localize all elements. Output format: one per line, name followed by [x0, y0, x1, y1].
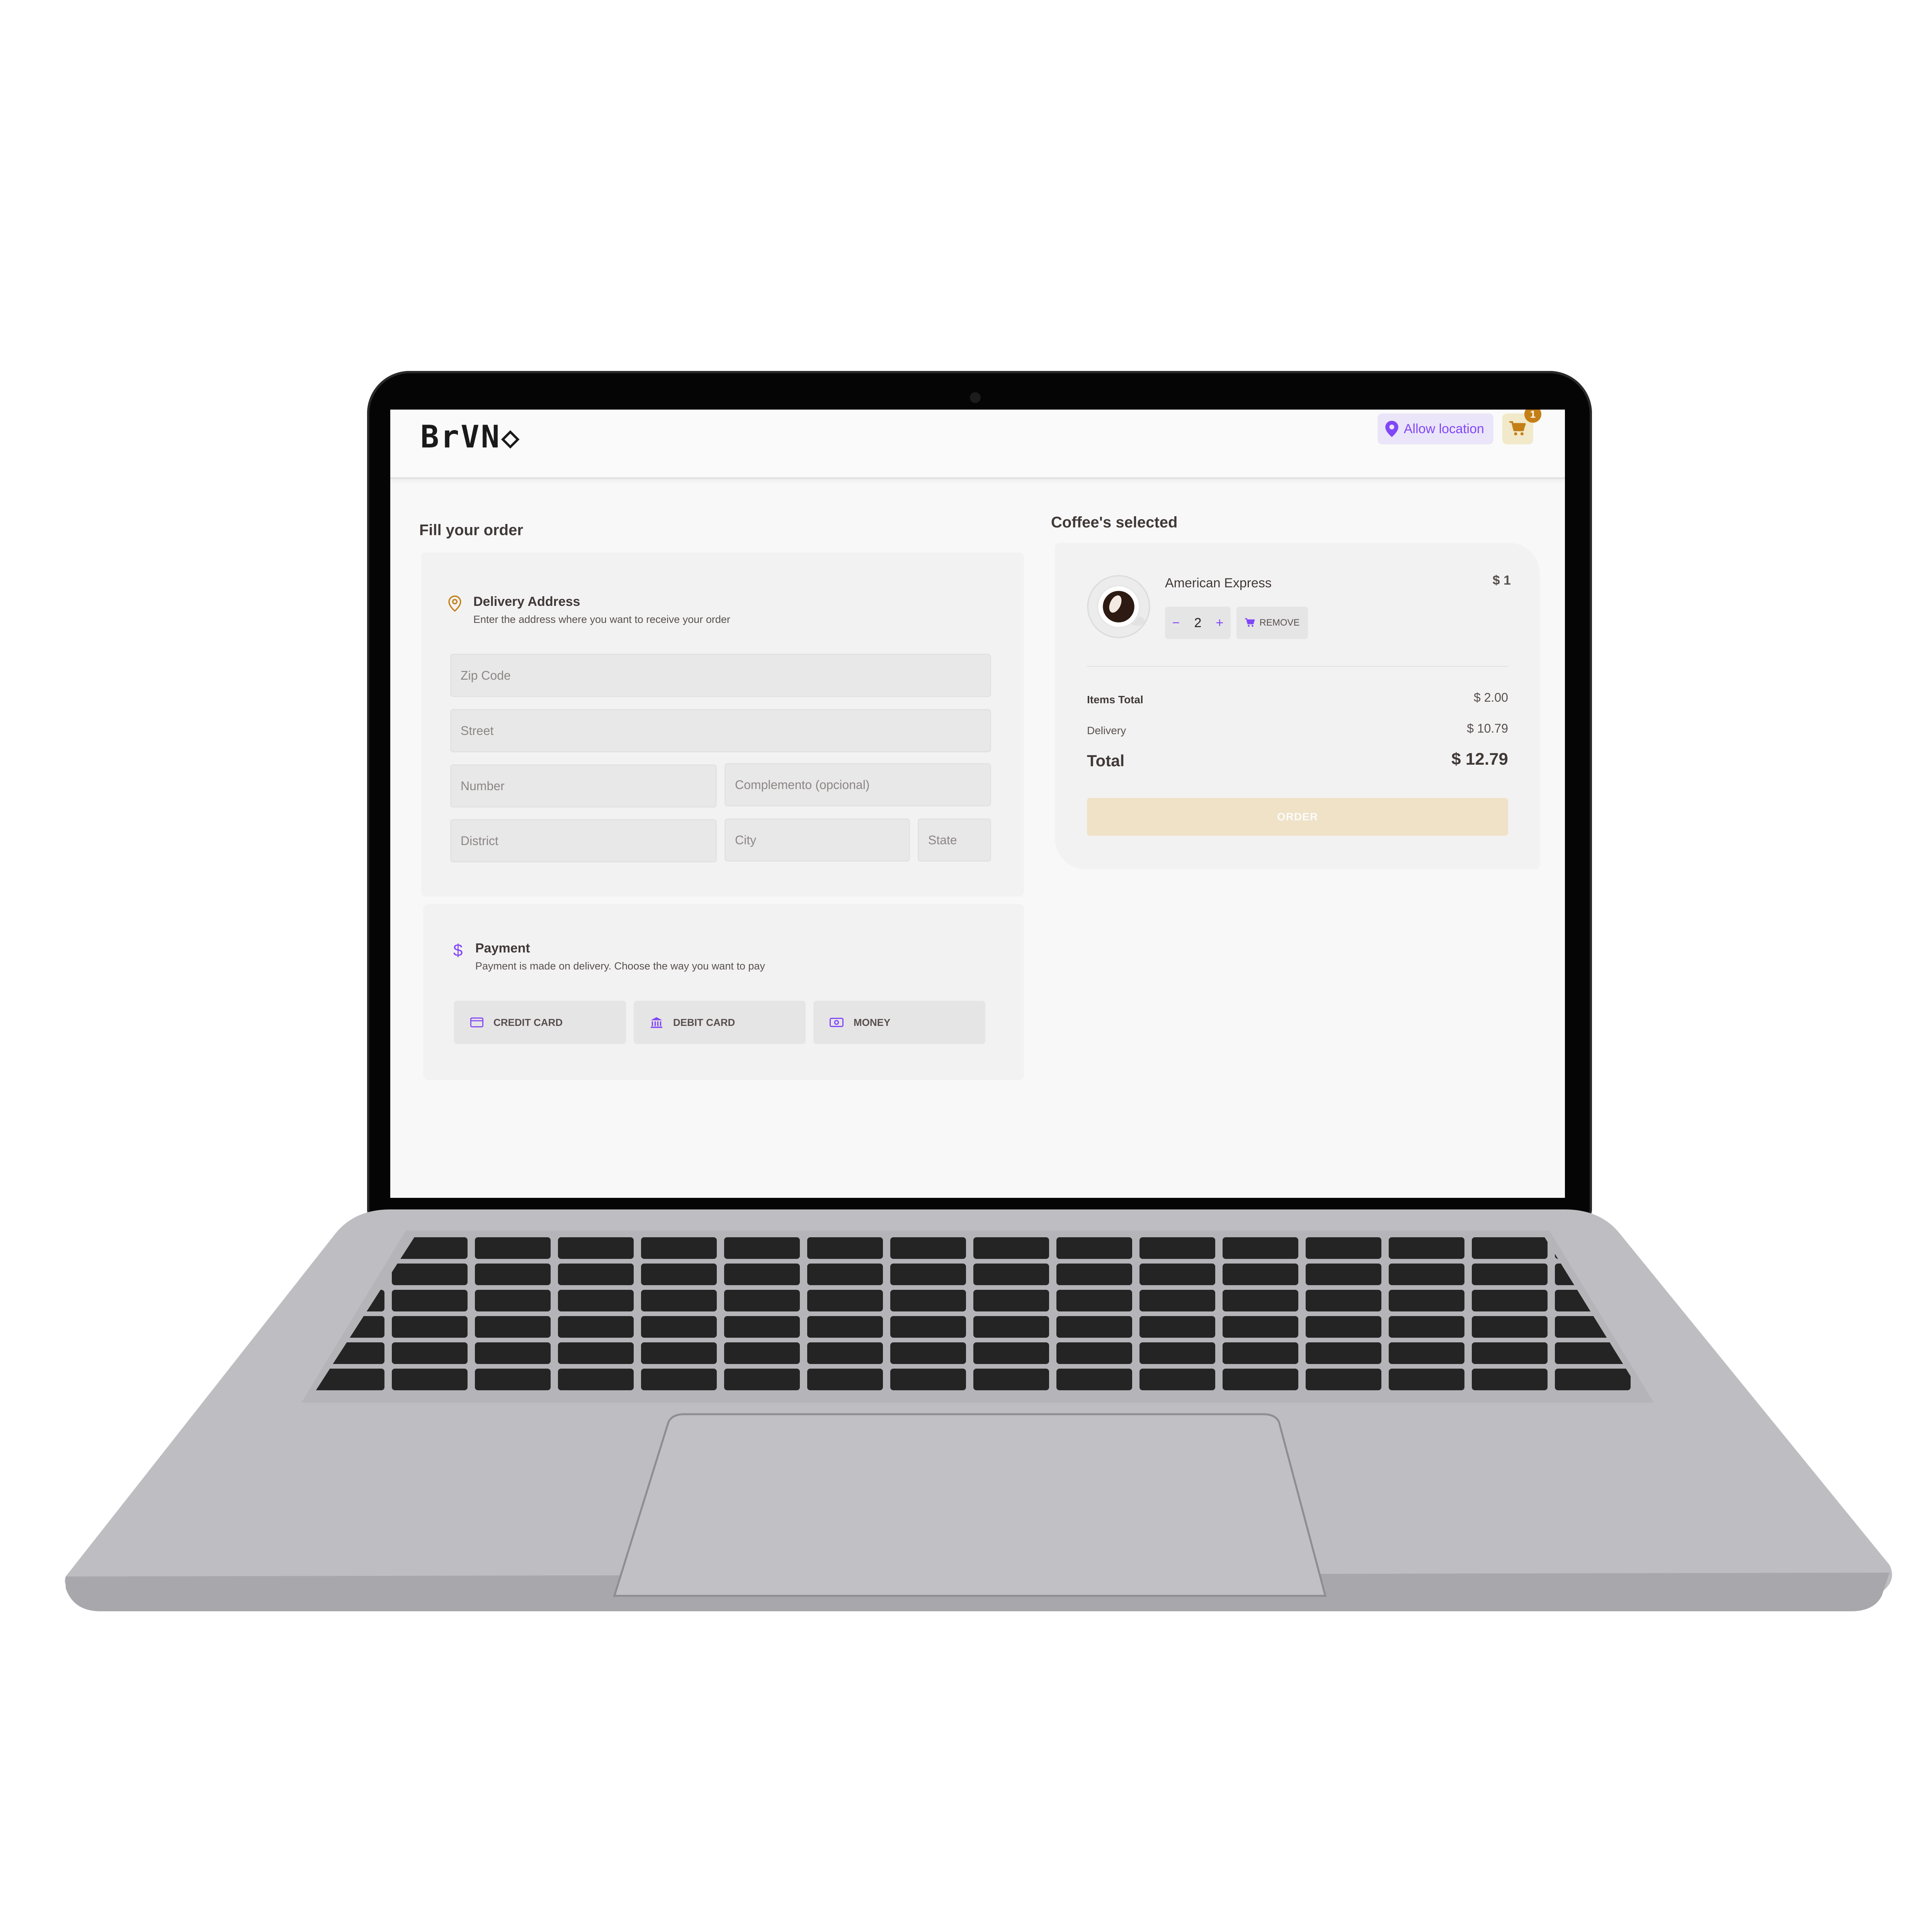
items-total-label: Items Total	[1087, 694, 1143, 706]
order-summary-card: American Express $ 1 − 2 + REMOVE Items …	[1055, 543, 1540, 869]
delivery-address-subtitle: Enter the address where you want to rece…	[473, 614, 730, 625]
allow-location-button[interactable]: Allow location	[1378, 413, 1493, 444]
cart-item-price: $ 1	[1492, 573, 1511, 588]
credit-card-option[interactable]: CREDIT CARD	[454, 1001, 626, 1044]
items-total-value: $ 2.00	[1474, 690, 1508, 704]
checkout-title: Fill your order	[419, 522, 523, 539]
remove-label: REMOVE	[1259, 617, 1300, 628]
laptop-base	[58, 1209, 1897, 1638]
coffee-cup-image	[1087, 575, 1150, 638]
complement-input[interactable]	[724, 763, 991, 806]
credit-card-icon	[470, 1017, 483, 1027]
delivery-address-title: Delivery Address	[473, 594, 580, 609]
zip-code-input[interactable]	[450, 654, 991, 697]
debit-card-option[interactable]: DEBIT CARD	[634, 1001, 806, 1044]
district-input[interactable]	[450, 819, 717, 862]
quantity-stepper: − 2 +	[1165, 607, 1231, 639]
credit-card-label: CREDIT CARD	[493, 1016, 563, 1028]
payment-subtitle: Payment is made on delivery. Choose the …	[475, 960, 765, 972]
keyboard-deck	[65, 1209, 1892, 1611]
remove-item-button[interactable]: REMOVE	[1236, 607, 1308, 639]
payment-card: $ Payment Payment is made on delivery. C…	[423, 904, 1024, 1080]
bank-icon	[651, 1017, 662, 1028]
street-input[interactable]	[450, 709, 991, 752]
delivery-fee-value: $ 10.79	[1467, 721, 1508, 735]
increase-quantity-button[interactable]: +	[1216, 616, 1224, 631]
money-option[interactable]: MONEY	[813, 1001, 985, 1044]
cart-remove-icon	[1245, 618, 1255, 627]
total-value: $ 12.79	[1451, 750, 1508, 769]
order-button[interactable]: ORDER	[1087, 798, 1508, 836]
decrease-quantity-button[interactable]: −	[1172, 616, 1180, 631]
delivery-address-card: Delivery Address Enter the address where…	[421, 553, 1024, 896]
debit-card-label: DEBIT CARD	[673, 1016, 735, 1028]
top-header: BrVN◇ Allow location 1	[390, 410, 1565, 479]
cart-item-name: American Express	[1165, 576, 1272, 590]
webcam	[970, 392, 981, 403]
brand-logo[interactable]: BrVN◇	[420, 419, 521, 455]
cart-title: Coffee's selected	[1051, 514, 1178, 531]
payment-title: Payment	[475, 941, 530, 956]
app-screen: BrVN◇ Allow location 1 Fill your order D…	[390, 410, 1565, 1198]
map-pin-icon	[1385, 421, 1398, 437]
number-input[interactable]	[450, 764, 717, 808]
allow-location-label: Allow location	[1404, 421, 1484, 436]
map-pin-outline-icon	[448, 595, 461, 612]
money-label: MONEY	[854, 1016, 891, 1028]
divider	[1087, 666, 1508, 667]
shopping-cart-icon	[1509, 421, 1526, 435]
delivery-fee-label: Delivery	[1087, 724, 1126, 736]
money-icon	[830, 1018, 844, 1027]
city-input[interactable]	[724, 818, 910, 862]
total-label: Total	[1087, 752, 1125, 770]
dollar-sign-icon: $	[453, 941, 463, 960]
state-input[interactable]	[918, 818, 991, 862]
quantity-value: 2	[1194, 615, 1202, 630]
